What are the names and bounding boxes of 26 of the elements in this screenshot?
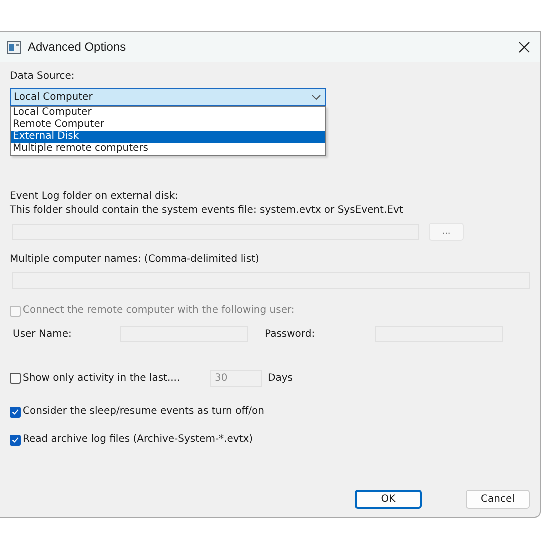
field-label: Event Log folder on external disk:	[10, 190, 180, 204]
field-label: Multiple computer names: (Comma-delimited list)	[10, 253, 260, 267]
checkbox[interactable]	[10, 406, 21, 418]
field-label: User Name:	[12, 328, 73, 340]
field-label: Password:	[264, 328, 316, 340]
window-title: Advanced Options	[28, 40, 128, 54]
app-window-icon	[7, 40, 21, 54]
checkbox-label: Show only activity in the last....	[23, 372, 182, 386]
checkbox-label: Connect the remote computer with the following user:	[23, 304, 295, 318]
hint-text: This folder should contain the system events file: system.evtx or SysEvent.Evt	[10, 204, 404, 218]
close-icon[interactable]	[519, 42, 530, 52]
checkbox[interactable]	[10, 373, 21, 384]
field-label: Data Source:	[10, 70, 76, 84]
cancel-button[interactable]: Cancel	[466, 490, 530, 509]
dropdown-option[interactable]: Remote Computer	[11, 119, 325, 131]
browse-button[interactable]: ...	[429, 223, 464, 241]
checkbox[interactable]	[10, 434, 21, 446]
dropdown-option[interactable]: Local Computer	[11, 107, 325, 119]
chevron-down-icon	[312, 94, 321, 100]
checkbox-label: Consider the sleep/resume events as turn off/on	[23, 405, 264, 419]
ok-button[interactable]: OK	[355, 490, 422, 509]
dropdown-option[interactable]: Multiple remote computers	[11, 143, 325, 155]
source-dropdown[interactable]: Local Computer	[10, 88, 326, 106]
checkbox-label: Read archive log files (Archive-System-*.evtx)	[23, 433, 254, 447]
unit-label: Days	[268, 372, 293, 386]
dropdown-option[interactable]: External Disk	[11, 131, 325, 143]
